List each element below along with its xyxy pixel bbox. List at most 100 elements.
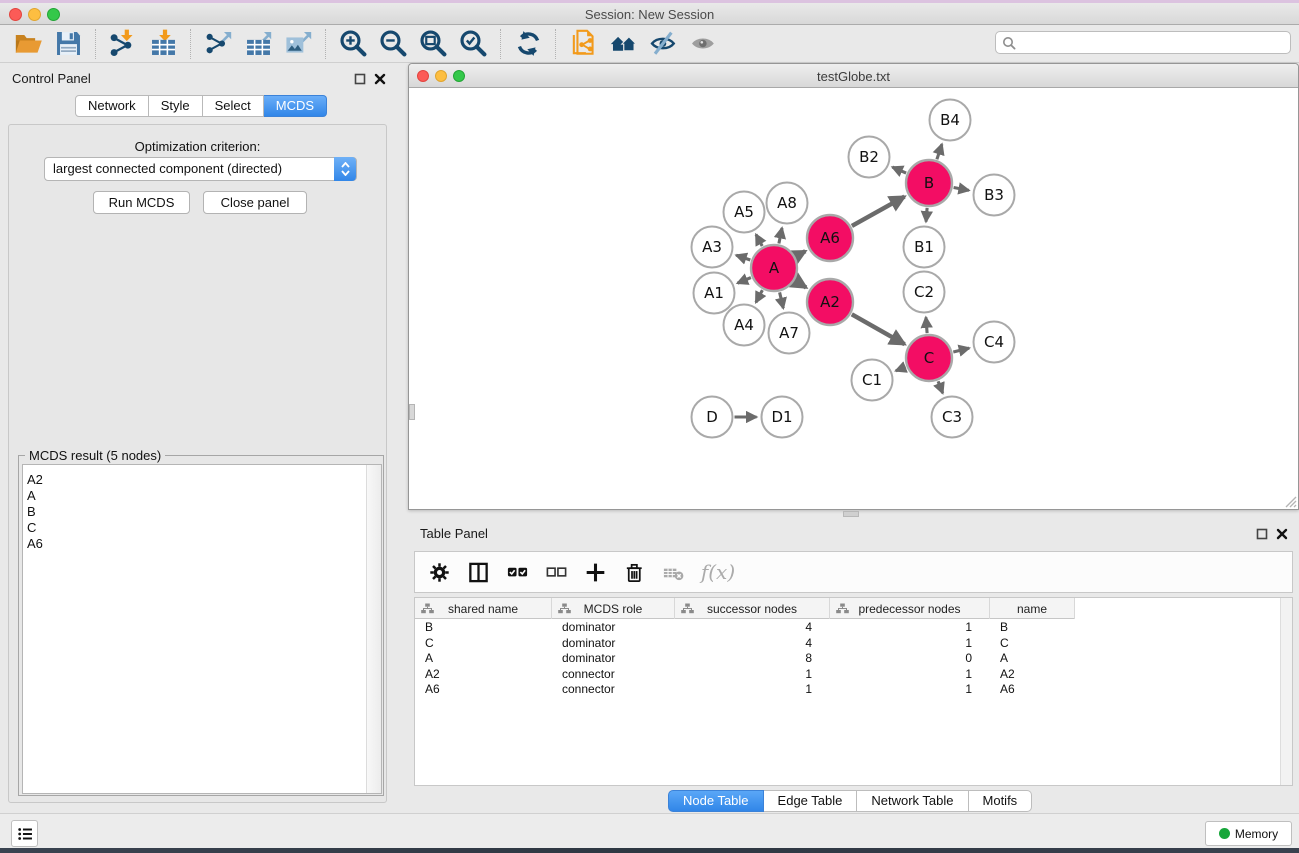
graph-edge-A2-C[interactable]: [852, 314, 905, 344]
table-cell[interactable]: A6: [990, 682, 1075, 698]
tab-network[interactable]: Network: [75, 95, 149, 117]
memory-button[interactable]: Memory: [1205, 821, 1292, 846]
mcds-result-item[interactable]: A6: [23, 536, 363, 552]
graph-node-A3[interactable]: A3: [692, 227, 733, 268]
import-table-button[interactable]: [143, 27, 183, 61]
table-row[interactable]: Cdominator41C: [415, 636, 1281, 652]
refresh-network-button[interactable]: [508, 27, 548, 61]
table-cell[interactable]: C: [990, 636, 1075, 652]
graph-edge-A-A3[interactable]: [736, 255, 750, 260]
graph-edge-A-A1[interactable]: [738, 278, 751, 284]
add-column-button[interactable]: [581, 558, 609, 586]
table-cell[interactable]: C: [415, 636, 552, 652]
open-file-button[interactable]: [8, 27, 48, 61]
settings-gear-button[interactable]: [425, 558, 453, 586]
network-from-document-button[interactable]: [563, 27, 603, 61]
graph-node-A8[interactable]: A8: [767, 183, 808, 224]
table-row[interactable]: Bdominator41B: [415, 620, 1281, 636]
table-cell[interactable]: 1: [830, 667, 990, 683]
tab-node-table[interactable]: Node Table: [668, 790, 764, 812]
export-network-button[interactable]: [198, 27, 238, 61]
graph-node-A7[interactable]: A7: [769, 313, 810, 354]
table-cell[interactable]: A: [990, 651, 1075, 667]
graph-edge-B-B4[interactable]: [937, 144, 942, 159]
table-cell[interactable]: 1: [830, 620, 990, 636]
hide-eye-slash-button[interactable]: [643, 27, 683, 61]
graph-node-A1[interactable]: A1: [694, 273, 735, 314]
tab-select[interactable]: Select: [203, 95, 264, 117]
graph-node-A5[interactable]: A5: [724, 192, 765, 233]
table-cell[interactable]: 1: [830, 682, 990, 698]
home-button[interactable]: [603, 27, 643, 61]
export-table-button[interactable]: [238, 27, 278, 61]
graph-edge-C-C4[interactable]: [953, 348, 969, 352]
graph-edge-B-B1[interactable]: [926, 208, 927, 222]
graph-node-A2[interactable]: A2: [807, 279, 853, 325]
search-field[interactable]: [995, 31, 1291, 54]
graph-edge-A-A2[interactable]: [795, 281, 806, 288]
table-cell[interactable]: B: [415, 620, 552, 636]
export-image-button[interactable]: [278, 27, 318, 61]
table-cell[interactable]: connector: [552, 667, 675, 683]
task-history-button[interactable]: [11, 820, 38, 847]
delete-table-button[interactable]: [659, 558, 687, 586]
zoom-fit-button[interactable]: [413, 27, 453, 61]
tab-style[interactable]: Style: [149, 95, 203, 117]
network-window-titlebar[interactable]: testGlobe.txt: [409, 64, 1298, 88]
graph-node-C4[interactable]: C4: [974, 322, 1015, 363]
graph-node-D1[interactable]: D1: [762, 397, 803, 438]
mcds-result-list[interactable]: A2ABCA6: [22, 464, 382, 794]
table-cell[interactable]: B: [990, 620, 1075, 636]
table-row[interactable]: A6connector11A6: [415, 682, 1281, 698]
tab-edge-table[interactable]: Edge Table: [764, 790, 858, 812]
graph-edge-A-A5[interactable]: [756, 235, 762, 247]
graph-node-C3[interactable]: C3: [932, 397, 973, 438]
table-cell[interactable]: 8: [675, 651, 830, 667]
mcds-list-scrollbar[interactable]: [366, 465, 381, 793]
graph-node-C2[interactable]: C2: [904, 272, 945, 313]
table-row[interactable]: Adominator80A: [415, 651, 1281, 667]
column-visibility-button[interactable]: [464, 558, 492, 586]
table-cell[interactable]: 4: [675, 636, 830, 652]
column-header-name[interactable]: name: [990, 598, 1075, 619]
column-header-predecessor-nodes[interactable]: predecessor nodes: [830, 598, 990, 619]
graph-node-C1[interactable]: C1: [852, 360, 893, 401]
splitter-grip[interactable]: [409, 404, 415, 420]
zoom-out-button[interactable]: [373, 27, 413, 61]
criterion-dropdown[interactable]: largest connected component (directed): [44, 157, 357, 181]
column-header-mcds-role[interactable]: MCDS role: [552, 598, 675, 619]
zoom-in-button[interactable]: [333, 27, 373, 61]
graph-edge-A-A6[interactable]: [796, 251, 805, 256]
graph-edge-C-C2[interactable]: [926, 317, 927, 333]
tab-motifs[interactable]: Motifs: [969, 790, 1033, 812]
select-all-button[interactable]: [503, 558, 531, 586]
tab-network-table[interactable]: Network Table: [857, 790, 968, 812]
table-cell[interactable]: A2: [990, 667, 1075, 683]
table-cell[interactable]: A6: [415, 682, 552, 698]
close-table-panel-icon[interactable]: [1276, 528, 1288, 540]
graph-edge-C-C3[interactable]: [938, 381, 943, 393]
save-session-button[interactable]: [48, 27, 88, 61]
import-network-button[interactable]: [103, 27, 143, 61]
graph-node-B[interactable]: B: [906, 160, 952, 206]
zoom-selected-button[interactable]: [453, 27, 493, 61]
delete-column-button[interactable]: [620, 558, 648, 586]
graph-edge-A6-B[interactable]: [852, 197, 905, 226]
mcds-result-item[interactable]: B: [23, 504, 363, 520]
column-header-shared-name[interactable]: shared name: [415, 598, 552, 619]
deselect-all-button[interactable]: [542, 558, 570, 586]
graph-edge-A-A4[interactable]: [756, 290, 763, 302]
graph-edge-B-B2[interactable]: [892, 167, 906, 173]
mcds-result-item[interactable]: C: [23, 520, 363, 536]
run-mcds-button[interactable]: Run MCDS: [93, 191, 190, 214]
float-table-panel-icon[interactable]: [1256, 528, 1268, 540]
horizontal-splitter-grip[interactable]: [843, 511, 859, 517]
graph-node-C[interactable]: C: [906, 335, 952, 381]
graph-node-A6[interactable]: A6: [807, 215, 853, 261]
graph-node-B4[interactable]: B4: [930, 100, 971, 141]
tab-mcds[interactable]: MCDS: [264, 95, 327, 117]
graph-node-A4[interactable]: A4: [724, 305, 765, 346]
graph-edge-B-B3[interactable]: [954, 188, 969, 191]
graph-edge-A-A7[interactable]: [780, 292, 784, 308]
show-eye-button[interactable]: [683, 27, 723, 61]
